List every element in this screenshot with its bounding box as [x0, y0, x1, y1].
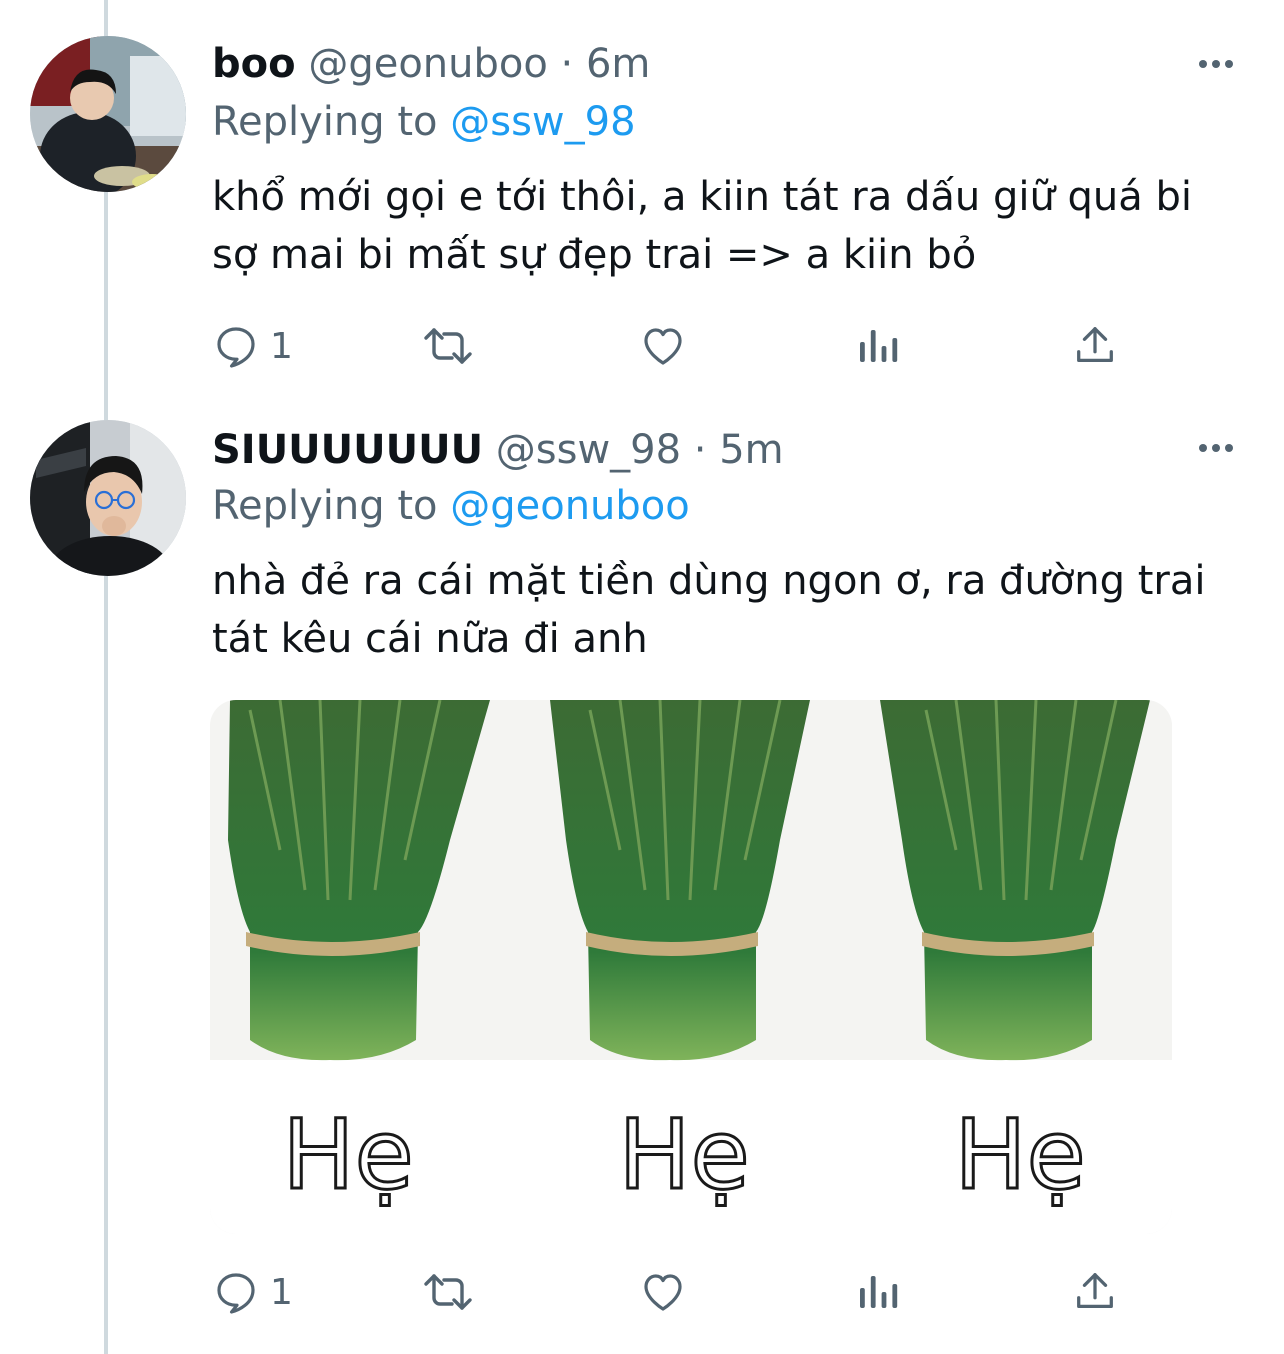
replying-to-label: Replying to	[212, 483, 438, 529]
analytics-icon	[860, 1276, 898, 1308]
avatar[interactable]	[30, 420, 186, 576]
reply-count: 1	[270, 1271, 293, 1313]
media-caption: Hẹ	[618, 1099, 749, 1211]
share-icon	[1077, 327, 1113, 363]
more-options-icon[interactable]	[1194, 426, 1238, 470]
heart-icon	[644, 1274, 682, 1311]
media-caption: Hẹ	[954, 1099, 1085, 1211]
display-name[interactable]: SIUUUUUUU	[212, 427, 483, 473]
views-button[interactable]	[856, 1264, 900, 1320]
replying-to-label: Replying to	[212, 99, 438, 145]
media-caption: Hẹ	[282, 1099, 413, 1211]
replying-to-mention[interactable]: @geonuboo	[450, 483, 690, 529]
tweet-media-image[interactable]: Hẹ Hẹ Hẹ	[210, 700, 1172, 1234]
separator-dot: ·	[693, 427, 707, 473]
tweet-header: SIUUUUUUU @ssw_98 · 5m	[212, 422, 784, 478]
tweet-actions: 1	[212, 1264, 1132, 1320]
retweet-icon	[424, 328, 472, 364]
user-handle[interactable]: @ssw_98	[496, 427, 681, 473]
replying-to: Replying to @ssw_98	[212, 94, 636, 150]
timestamp[interactable]: 5m	[719, 427, 783, 473]
tweet-text: nhà đẻ ra cái mặt tiền dùng ngon ơ, ra đ…	[212, 558, 1206, 662]
reply-icon	[217, 1273, 255, 1314]
replying-to-mention[interactable]: @ssw_98	[450, 99, 635, 145]
retweet-button[interactable]	[422, 318, 474, 374]
share-button[interactable]	[1072, 318, 1118, 374]
reply-button[interactable]: 1	[212, 318, 293, 374]
tweet[interactable]: boo @geonuboo · 6m Replying to @ssw_98 k…	[0, 0, 1284, 410]
timestamp[interactable]: 6m	[586, 41, 650, 87]
tweet-actions: 1	[212, 318, 1132, 374]
tweet[interactable]: SIUUUUUUU @ssw_98 · 5m Replying to @geon…	[0, 410, 1284, 1354]
replying-to: Replying to @geonuboo	[212, 478, 690, 534]
retweet-button[interactable]	[422, 1264, 474, 1320]
tweet-header: boo @geonuboo · 6m	[212, 36, 650, 92]
like-button[interactable]	[638, 1264, 688, 1320]
heart-icon	[644, 328, 682, 365]
analytics-icon	[860, 330, 898, 362]
retweet-icon	[424, 1274, 472, 1310]
like-button[interactable]	[638, 318, 688, 374]
more-options-icon[interactable]	[1194, 42, 1238, 86]
avatar[interactable]	[30, 36, 186, 192]
user-handle[interactable]: @geonuboo	[308, 41, 548, 87]
tweet-text: khổ mới gọi e tới thôi, a kiin tát ra dấ…	[212, 174, 1192, 278]
reply-count: 1	[270, 325, 293, 367]
reply-icon	[217, 327, 255, 368]
reply-button[interactable]: 1	[212, 1264, 293, 1320]
display-name[interactable]: boo	[212, 41, 296, 87]
share-icon	[1077, 1273, 1113, 1309]
views-button[interactable]	[856, 318, 900, 374]
separator-dot: ·	[560, 41, 574, 87]
share-button[interactable]	[1072, 1264, 1118, 1320]
